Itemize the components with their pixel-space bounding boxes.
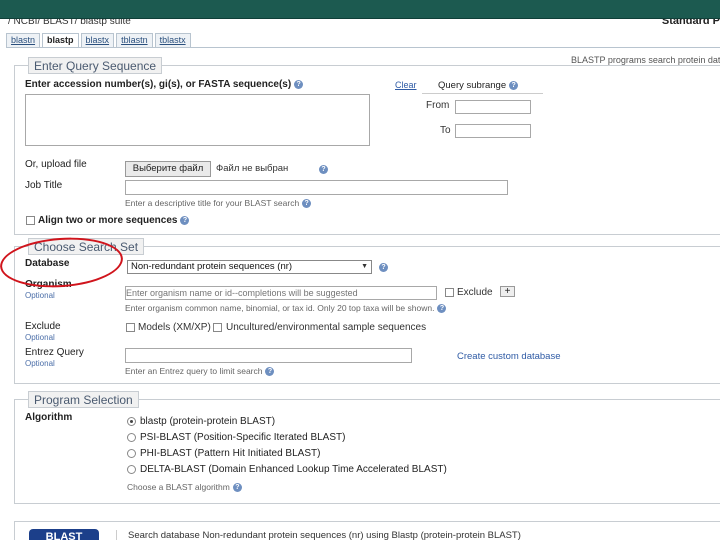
tab-blastn[interactable]: blastn	[6, 33, 41, 47]
program-note: BLASTP programs search protein data	[571, 55, 720, 65]
entrez-query-label: Entrez Query	[25, 347, 84, 358]
blast-button[interactable]: BLAST	[29, 529, 99, 540]
algorithm-psiblast-radio[interactable]	[127, 433, 136, 442]
tab-tblastx[interactable]: tblastx	[154, 33, 191, 47]
exclude-label: Exclude	[25, 321, 61, 332]
program-legend: Program Selection	[28, 391, 139, 408]
algorithm-blastp-radio[interactable]	[127, 417, 136, 426]
help-icon[interactable]: ?	[509, 80, 519, 90]
entrez-optional: Optional	[25, 359, 55, 368]
algorithm-hint: Choose a BLAST algorithm?	[127, 482, 242, 493]
create-custom-database-link[interactable]: Create custom database	[457, 351, 561, 362]
breadcrumb-bar: / NCBI/ BLAST/ blastp suite Standard P	[0, 19, 720, 31]
program-tabs: blastn blastp blastx tblastn tblastx	[6, 33, 193, 47]
algorithm-phiblast-label: PHI-BLAST (Pattern Hit Initiated BLAST)	[140, 448, 321, 459]
exclude-uncultured-label: Uncultured/environmental sample sequence…	[226, 322, 427, 333]
query-subrange-label: Query subrange?	[438, 80, 519, 91]
page-mode-title: Standard P	[661, 19, 720, 27]
help-icon[interactable]: ?	[437, 304, 447, 314]
tab-blastx[interactable]: blastx	[80, 33, 115, 47]
accession-label: Enter accession number(s), gi(s), or FAS…	[25, 79, 304, 90]
upload-file-label: Or, upload file	[25, 159, 87, 170]
file-status: Файл не выбран	[216, 163, 289, 174]
choose-file-button[interactable]: Выберите файл	[125, 161, 211, 177]
clear-link[interactable]: Clear	[395, 80, 417, 90]
help-icon[interactable]: ?	[265, 367, 275, 377]
algorithm-phiblast-radio[interactable]	[127, 449, 136, 458]
exclude-models-checkbox[interactable]	[126, 323, 135, 332]
job-title-hint: Enter a descriptive title for your BLAST…	[125, 198, 312, 209]
exclude-models-label: Models (XM/XP)	[138, 322, 211, 333]
organism-input[interactable]	[125, 286, 437, 300]
algorithm-psiblast-label: PSI-BLAST (Position-Specific Iterated BL…	[140, 432, 346, 443]
query-legend: Enter Query Sequence	[28, 57, 163, 74]
database-selected-value: Non-redundant protein sequences (nr)	[131, 261, 293, 272]
entrez-hint: Enter an Entrez query to limit search?	[125, 366, 275, 377]
to-input[interactable]	[455, 124, 531, 138]
align-sequences-checkbox[interactable]	[26, 216, 35, 225]
help-icon[interactable]: ?	[232, 483, 242, 493]
organism-hint: Enter organism common name, binomial, or…	[125, 303, 447, 314]
algorithm-deltablast-label: DELTA-BLAST (Domain Enhanced Lookup Time…	[140, 464, 447, 475]
tab-blastp[interactable]: blastp	[42, 33, 79, 47]
from-label: From	[426, 100, 450, 111]
algorithm-label: Algorithm	[25, 412, 73, 423]
database-select[interactable]: Non-redundant protein sequences (nr) ▼	[127, 260, 372, 274]
exclude-optional: Optional	[25, 333, 55, 342]
algorithm-deltablast-radio[interactable]	[127, 465, 136, 474]
organism-exclude-label: Exclude	[457, 287, 493, 298]
job-title-label: Job Title	[25, 180, 63, 191]
help-icon[interactable]: ?	[319, 165, 328, 174]
organism-optional: Optional	[25, 291, 55, 300]
tab-tblastn[interactable]: tblastn	[116, 33, 153, 47]
to-label: To	[440, 125, 451, 136]
search-summary: Search database Non-redundant protein se…	[128, 530, 521, 540]
help-icon[interactable]: ?	[379, 263, 388, 272]
algorithm-blastp-label: blastp (protein-protein BLAST)	[140, 416, 276, 427]
chevron-down-icon: ▼	[361, 263, 368, 270]
program-section	[14, 399, 720, 504]
organism-exclude-checkbox[interactable]	[445, 288, 454, 297]
help-icon[interactable]: ?	[302, 199, 312, 209]
breadcrumb[interactable]: / NCBI/ BLAST/ blastp suite	[8, 19, 131, 27]
from-input[interactable]	[455, 100, 531, 114]
header-bar	[0, 0, 720, 19]
job-title-input[interactable]	[125, 180, 508, 195]
entrez-query-input[interactable]	[125, 348, 412, 363]
align-sequences-label: Align two or more sequences?	[38, 215, 190, 226]
tab-divider	[6, 47, 720, 48]
query-sequence-textarea[interactable]	[25, 94, 370, 146]
add-organism-button[interactable]: +	[500, 286, 515, 297]
submit-divider	[116, 530, 117, 540]
help-icon[interactable]: ?	[180, 215, 190, 225]
query-section	[14, 65, 720, 235]
help-icon[interactable]: ?	[294, 79, 304, 89]
subrange-divider	[422, 93, 543, 94]
exclude-uncultured-checkbox[interactable]	[213, 323, 222, 332]
